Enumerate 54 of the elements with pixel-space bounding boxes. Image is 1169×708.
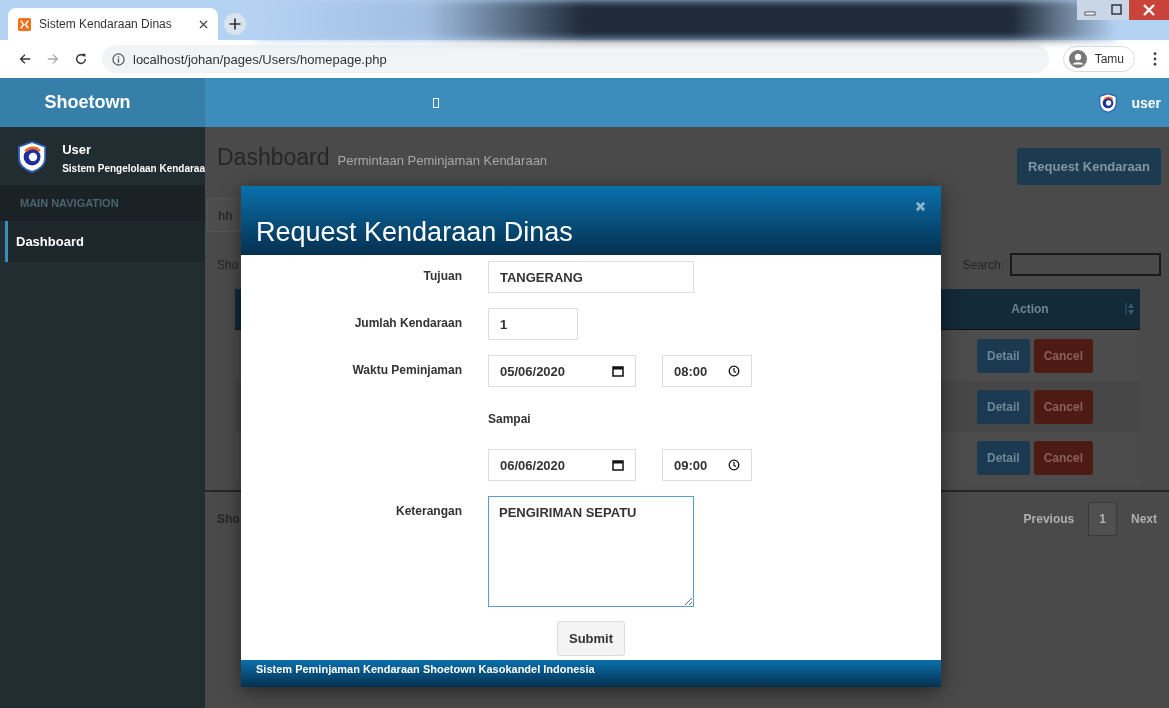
back-icon[interactable] bbox=[18, 52, 32, 66]
calendar-icon[interactable] bbox=[612, 365, 624, 377]
info-icon bbox=[112, 52, 125, 66]
field-label: Sampai bbox=[488, 411, 531, 428]
new-tab-icon[interactable] bbox=[224, 13, 246, 35]
clock-icon[interactable] bbox=[728, 459, 740, 471]
calendar-icon[interactable] bbox=[612, 459, 624, 471]
search-field[interactable] bbox=[1010, 253, 1161, 276]
cancel-button[interactable]: Cancel bbox=[1033, 389, 1094, 424]
field-label: Tujuan bbox=[423, 269, 462, 283]
modal-title: Request Kendaraan Dinas bbox=[256, 217, 573, 248]
menu-icon[interactable] bbox=[1153, 52, 1157, 66]
time-field[interactable]: 08:00 bbox=[662, 355, 752, 387]
sidebar-toggle-icon[interactable] bbox=[433, 97, 439, 108]
description-field[interactable]: PENGIRIMAN SEPATU bbox=[488, 496, 694, 607]
column-header[interactable]: Action bbox=[940, 302, 1120, 316]
user-name[interactable]: user bbox=[1131, 94, 1161, 111]
destination-field[interactable]: TANGERANG bbox=[488, 261, 694, 293]
browser-tab[interactable]: Sistem Kendaraan Dinas bbox=[8, 8, 218, 40]
detail-button[interactable]: Detail bbox=[977, 389, 1030, 424]
url-text: localhost/johan/pages/Users/homepage.php bbox=[133, 51, 387, 67]
brand-logo[interactable]: Shoetown bbox=[0, 78, 205, 127]
shield-logo-icon bbox=[18, 140, 47, 174]
user-name: User bbox=[62, 142, 93, 157]
modal-footer-text: Sistem Peminjaman Kendaraan Shoetown Kasokandel Indonesia bbox=[256, 663, 595, 675]
nav-header: MAIN NAVIGATION bbox=[0, 185, 205, 221]
shield-logo-icon bbox=[1099, 92, 1118, 113]
request-button[interactable]: Request Kendaraan bbox=[1016, 148, 1161, 185]
page-subtitle: Permintaan Peminjaman Kendaraan bbox=[337, 153, 548, 168]
system-name: Sistem Pengelolaan Kendaraa bbox=[62, 163, 205, 174]
next-link[interactable]: Next bbox=[1131, 512, 1157, 526]
close-icon[interactable] bbox=[199, 19, 208, 29]
app-favicon-icon bbox=[18, 17, 31, 31]
reload-icon[interactable] bbox=[74, 52, 88, 66]
quantity-field[interactable]: 1 bbox=[488, 308, 578, 340]
cancel-button[interactable]: Cancel bbox=[1033, 440, 1094, 475]
date-field[interactable]: 05/06/2020 bbox=[488, 355, 636, 387]
maximize-icon[interactable] bbox=[1103, 0, 1129, 20]
sidebar-item[interactable]: Dashboard bbox=[5, 221, 205, 262]
address-bar[interactable]: localhost/johan/pages/Users/homepage.php bbox=[102, 45, 1049, 73]
clock-icon[interactable] bbox=[728, 365, 740, 377]
field-label: Waktu Peminjaman bbox=[352, 363, 462, 377]
field-label: Keterangan bbox=[395, 504, 462, 518]
avatar-icon bbox=[1068, 50, 1087, 68]
time-field[interactable]: 09:00 bbox=[662, 449, 752, 481]
date-field[interactable]: 06/06/2020 bbox=[488, 449, 636, 481]
detail-button[interactable]: Detail bbox=[977, 440, 1030, 475]
cancel-button[interactable]: Cancel bbox=[1033, 338, 1094, 373]
field-label: Jumlah Kendaraan bbox=[354, 316, 462, 330]
page-button[interactable]: 1 bbox=[1088, 502, 1117, 536]
close-window-icon[interactable] bbox=[1129, 0, 1169, 20]
previous-link[interactable]: Previous bbox=[1023, 512, 1075, 526]
detail-button[interactable]: Detail bbox=[977, 338, 1030, 373]
submit-button[interactable]: Submit bbox=[556, 621, 626, 656]
